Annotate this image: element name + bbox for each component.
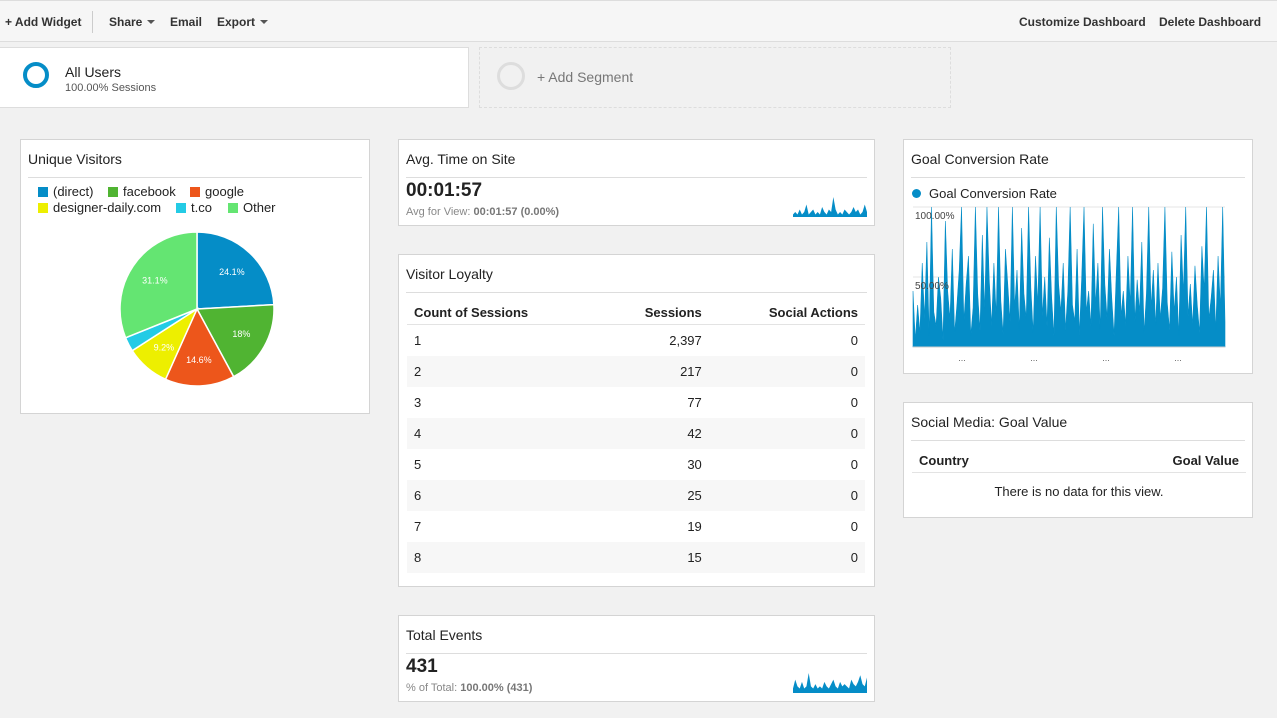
social-actions-cell: 0 (708, 418, 865, 449)
y-tick-label: 100.00% (915, 211, 955, 222)
social-actions-cell: 0 (850, 333, 858, 348)
segment-ring-icon (23, 62, 49, 88)
table-row: 5 30 0 (407, 449, 865, 480)
widget-title: Avg. Time on Site (406, 151, 867, 178)
x-tick-label: ... (1030, 353, 1038, 363)
x-tick-label: ... (1174, 353, 1182, 363)
export-button[interactable]: Export (217, 15, 269, 29)
sessions-cell: 217 (601, 356, 709, 387)
widget-title: Visitor Loyalty (406, 266, 867, 293)
add-segment-label: + Add Segment (537, 69, 634, 85)
sessions-cell: 77 (687, 395, 702, 410)
sessions-cell: 19 (687, 519, 702, 534)
metric-value: 00:01:57 (406, 180, 483, 201)
pie-slice-label: 24.1% (219, 267, 245, 277)
widget-title: Total Events (406, 627, 867, 654)
share-button[interactable]: Share (109, 15, 156, 29)
avg-time-sparkline (793, 197, 867, 217)
metric-subline: % of Total: 100.00% (431) (406, 682, 532, 694)
table-header-row: Country Goal Value (912, 448, 1246, 473)
social-actions-cell: 0 (708, 480, 865, 511)
widget-total-events: Total Events 431 % of Total: 100.00% (43… (398, 615, 875, 702)
customize-dashboard-button[interactable]: Customize Dashboard (1019, 15, 1146, 29)
chevron-down-icon (147, 20, 156, 24)
table-header-row: Count of Sessions Sessions Social Action… (407, 300, 865, 325)
metric-sub-value: 00:01:57 (473, 206, 518, 218)
widget-avg-time: Avg. Time on Site 00:01:57 Avg for View:… (398, 139, 875, 226)
count-cell: 3 (414, 395, 422, 410)
table-row: There is no data for this view. (912, 473, 1246, 510)
column-header-goal-value[interactable]: Goal Value (1059, 448, 1246, 473)
column-header-count[interactable]: Count of Sessions (407, 300, 602, 325)
metric-sub-prefix: Avg for View: (406, 206, 471, 218)
widget-visitor-loyalty: Visitor Loyalty Count of Sessions Sessio… (398, 254, 875, 587)
table-row: 6 25 0 (407, 480, 865, 511)
pie-chart: 24.1% 18% 14.6% 9.2% 31.1% (119, 231, 275, 387)
table-row: 3 77 0 (407, 387, 865, 418)
pie-slice-label: 9.2% (154, 343, 175, 353)
sparkline-area (793, 673, 867, 693)
sessions-cell: 25 (601, 480, 709, 511)
count-cell: 8 (407, 542, 602, 573)
sparkline-area (793, 197, 867, 217)
add-widget-button[interactable]: + Add Widget (5, 15, 81, 29)
count-cell: 7 (414, 519, 422, 534)
total-events-sparkline (793, 673, 867, 693)
widget-goal-conversion-rate: Goal Conversion Rate Goal Conversion Rat… (903, 139, 1253, 374)
sessions-cell: 30 (687, 457, 702, 472)
table-row: 4 42 0 (407, 418, 865, 449)
count-cell: 1 (414, 333, 422, 348)
sessions-cell: 15 (601, 542, 709, 573)
count-cell: 5 (414, 457, 422, 472)
export-label: Export (217, 15, 256, 29)
toolbar-divider (92, 11, 93, 33)
delete-dashboard-button[interactable]: Delete Dashboard (1159, 15, 1261, 29)
metric-sub-prefix: % of Total: (406, 682, 458, 694)
sessions-cell: 2,397 (669, 333, 702, 348)
dashboard-toolbar: + Add Widget Share Email Export Customiz… (0, 0, 1277, 42)
goal-value-table: Country Goal Value There is no data for … (912, 448, 1246, 509)
visitor-loyalty-table: Count of Sessions Sessions Social Action… (407, 300, 865, 573)
social-actions-cell: 0 (850, 457, 858, 472)
metric-sub-value: 100.00% (460, 682, 504, 694)
add-segment-button[interactable]: + Add Segment (479, 47, 951, 108)
metric-sub-pct: (431) (506, 682, 533, 694)
widget-title: Social Media: Goal Value (911, 414, 1245, 441)
goal-conversion-chart: 100.00% 50.00%............ (912, 206, 1226, 363)
social-actions-cell: 0 (708, 356, 865, 387)
table-row: 8 15 0 (407, 542, 865, 573)
sessions-cell: 42 (601, 418, 709, 449)
widget-unique-visitors: Unique Visitors (direct) facebook google… (20, 139, 370, 414)
pie-slice-label: 14.6% (186, 355, 212, 365)
chevron-down-icon (260, 20, 269, 24)
segment-all-users[interactable]: All Users 100.00% Sessions (0, 47, 469, 108)
email-button[interactable]: Email (170, 15, 202, 29)
table-row: 7 19 0 (407, 511, 865, 542)
widget-goal-value: Social Media: Goal Value Country Goal Va… (903, 402, 1253, 518)
metric-value: 431 (406, 656, 438, 677)
empty-message: There is no data for this view. (994, 483, 1164, 499)
column-header-sessions[interactable]: Sessions (601, 300, 709, 325)
y-tick-label: 50.00% (915, 281, 949, 292)
segment-placeholder-ring-icon (497, 62, 525, 90)
segment-title: All Users (65, 64, 122, 80)
segment-subtitle: 100.00% Sessions (65, 82, 157, 94)
pie-slice-label: 31.1% (142, 276, 168, 286)
x-tick-label: ... (958, 353, 966, 363)
x-tick-label: ... (1102, 353, 1110, 363)
column-header-social-actions[interactable]: Social Actions (708, 300, 865, 325)
metric-subline: Avg for View: 00:01:57 (0.00%) (406, 206, 559, 218)
count-cell: 2 (407, 356, 602, 387)
pie-slice-label: 18% (232, 329, 250, 339)
count-cell: 6 (407, 480, 602, 511)
count-cell: 4 (407, 418, 602, 449)
social-actions-cell: 0 (708, 542, 865, 573)
metric-sub-pct: (0.00%) (520, 206, 560, 218)
table-row: 1 2,397 0 (407, 325, 865, 357)
column-header-country[interactable]: Country (912, 448, 1060, 473)
table-row: 2 217 0 (407, 356, 865, 387)
share-label: Share (109, 15, 143, 29)
social-actions-cell: 0 (850, 395, 858, 410)
social-actions-cell: 0 (850, 519, 858, 534)
